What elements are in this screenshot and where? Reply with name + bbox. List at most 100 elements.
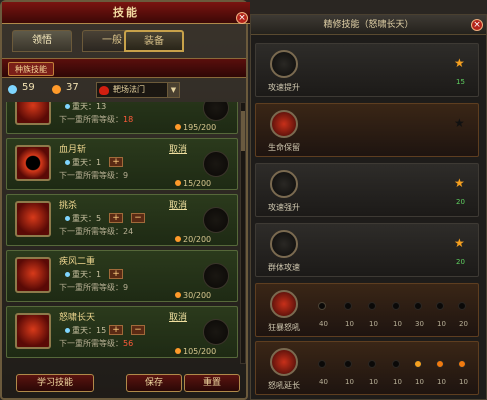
skill-icon bbox=[15, 313, 51, 349]
refine-label: 攻速强升 bbox=[268, 203, 300, 212]
skill-slot[interactable] bbox=[203, 263, 229, 289]
scrollbar[interactable] bbox=[240, 102, 246, 364]
reset-button[interactable]: 重置 bbox=[184, 374, 240, 392]
refine-label: 攻速提升 bbox=[268, 83, 300, 92]
points-value: 59 bbox=[22, 82, 35, 93]
skill-req: 下一重所需等级：18 bbox=[59, 115, 134, 124]
refine-card[interactable]: 生命保留 ★ bbox=[255, 103, 479, 157]
refine-label: 怒吼延长 bbox=[268, 381, 300, 390]
skill-slot[interactable] bbox=[203, 151, 229, 177]
skill-xp: 30/200 bbox=[175, 291, 211, 300]
talent-node[interactable] bbox=[344, 302, 352, 310]
orbs-value: 37 bbox=[66, 82, 79, 93]
refine-card[interactable]: 攻速强升 ★ 20 bbox=[255, 163, 479, 217]
talent-cost: 10 bbox=[437, 378, 446, 386]
talent-cost: 10 bbox=[437, 320, 446, 328]
refine-value: 15 bbox=[456, 78, 465, 86]
skill-name: 血月斩 bbox=[59, 145, 87, 155]
talent-node[interactable] bbox=[458, 360, 466, 368]
refine-label: 生命保留 bbox=[268, 143, 300, 152]
learn-skill-button[interactable]: 学习技能 bbox=[16, 374, 94, 392]
refine-card[interactable]: 狂暴怒吼 40 10 10 10 30 10 20 bbox=[255, 283, 479, 337]
talent-node[interactable] bbox=[368, 360, 376, 368]
talent-cost: 10 bbox=[345, 320, 354, 328]
orb-icon bbox=[52, 85, 61, 94]
skill-row[interactable]: 怒啸长天 取消 重天：15 + − 下一重所需等级：56 105/200 bbox=[6, 306, 238, 358]
close-icon[interactable]: × bbox=[471, 19, 483, 31]
refine-icon bbox=[270, 290, 298, 318]
refine-card[interactable]: 群体攻速 ★ 20 bbox=[255, 223, 479, 277]
refine-card[interactable]: 怒吼延长 40 10 10 10 10 10 10 bbox=[255, 341, 479, 395]
close-icon[interactable]: × bbox=[236, 12, 248, 24]
talent-node[interactable] bbox=[458, 302, 466, 310]
skill-xp: 195/200 bbox=[175, 123, 216, 132]
skill-level: 重天：15 bbox=[65, 325, 106, 336]
tab-comprehend[interactable]: 领悟 bbox=[12, 30, 72, 52]
point-icon bbox=[8, 85, 17, 94]
skill-row[interactable]: 挑杀 取消 重天：5 + − 下一重所需等级：24 20/200 bbox=[6, 194, 238, 246]
talent-node[interactable] bbox=[392, 360, 400, 368]
skill-icon bbox=[15, 145, 51, 181]
tab-equip[interactable]: 装备 bbox=[124, 30, 184, 52]
minus-button[interactable]: − bbox=[131, 325, 145, 335]
refine-label: 群体攻速 bbox=[268, 263, 300, 272]
skill-name: 怒啸长天 bbox=[59, 313, 96, 323]
plus-button[interactable]: + bbox=[109, 213, 123, 223]
remove-link[interactable]: 取消 bbox=[169, 198, 187, 211]
talent-node[interactable] bbox=[414, 302, 422, 310]
skill-row[interactable]: 重天：13 下一重所需等级：18 195/200 bbox=[6, 102, 238, 134]
talent-cost: 10 bbox=[369, 320, 378, 328]
plus-button[interactable]: + bbox=[109, 157, 123, 167]
talent-cost: 10 bbox=[369, 378, 378, 386]
skill-name: 疾风二重 bbox=[59, 257, 96, 267]
star-icon: ★ bbox=[454, 56, 465, 70]
skill-row[interactable]: 疾风二重 重天：1 + 下一重所需等级：9 30/200 bbox=[6, 250, 238, 302]
window-title: 技能 bbox=[2, 2, 250, 24]
talent-cost: 40 bbox=[319, 320, 328, 328]
star-icon: ★ bbox=[454, 176, 465, 190]
talent-node[interactable] bbox=[414, 360, 422, 368]
skill-list: 重天：13 下一重所需等级：18 195/200 血月斩 取消 重天：1 + 下… bbox=[6, 102, 238, 364]
skill-row[interactable]: 血月斩 取消 重天：1 + 下一重所需等级：9 15/200 bbox=[6, 138, 238, 190]
talent-node[interactable] bbox=[318, 302, 326, 310]
method-dropdown[interactable]: 靶场法门 ▼ bbox=[96, 82, 180, 98]
skill-slot[interactable] bbox=[203, 319, 229, 345]
chevron-down-icon[interactable]: ▼ bbox=[167, 83, 179, 97]
plus-button[interactable]: + bbox=[109, 325, 123, 335]
refine-panel: 精修技能（怒啸长天） × 攻速提升 ★ 15 生命保留 ★ 攻速强升 ★ 20 … bbox=[250, 14, 487, 400]
save-button[interactable]: 保存 bbox=[126, 374, 182, 392]
talent-node[interactable] bbox=[344, 360, 352, 368]
skill-req: 下一重所需等级：9 bbox=[59, 283, 129, 292]
skill-icon bbox=[15, 257, 51, 293]
plus-button[interactable]: + bbox=[109, 269, 123, 279]
blood-drop-icon bbox=[99, 86, 109, 95]
star-icon: ★ bbox=[454, 236, 465, 250]
skill-xp: 105/200 bbox=[175, 347, 216, 356]
talent-node[interactable] bbox=[318, 360, 326, 368]
stat-bar: 59 37 靶场法门 ▼ bbox=[6, 80, 246, 100]
star-icon: ★ bbox=[454, 116, 465, 130]
refine-title: 精修技能（怒啸长天） bbox=[251, 15, 486, 35]
skill-slot[interactable] bbox=[203, 102, 229, 121]
remove-link[interactable]: 取消 bbox=[169, 310, 187, 323]
refine-icon bbox=[270, 348, 298, 376]
skill-slot[interactable] bbox=[203, 207, 229, 233]
skill-req: 下一重所需等级：24 bbox=[59, 227, 134, 236]
minus-button[interactable]: − bbox=[131, 213, 145, 223]
remove-link[interactable]: 取消 bbox=[169, 142, 187, 155]
refine-icon bbox=[270, 110, 298, 138]
scroll-thumb[interactable] bbox=[241, 111, 245, 151]
talent-node[interactable] bbox=[392, 302, 400, 310]
talent-cost: 10 bbox=[459, 378, 468, 386]
talent-cost: 10 bbox=[415, 378, 424, 386]
talent-cost: 10 bbox=[393, 378, 402, 386]
skill-icon bbox=[15, 102, 51, 125]
talent-node[interactable] bbox=[436, 302, 444, 310]
talent-node[interactable] bbox=[368, 302, 376, 310]
subtab-race-skills[interactable]: 种族技能 bbox=[8, 62, 54, 76]
skill-xp: 20/200 bbox=[175, 235, 211, 244]
refine-card[interactable]: 攻速提升 ★ 15 bbox=[255, 43, 479, 97]
skill-icon bbox=[15, 201, 51, 237]
skill-level: 重天：1 bbox=[65, 269, 101, 280]
talent-node[interactable] bbox=[436, 360, 444, 368]
